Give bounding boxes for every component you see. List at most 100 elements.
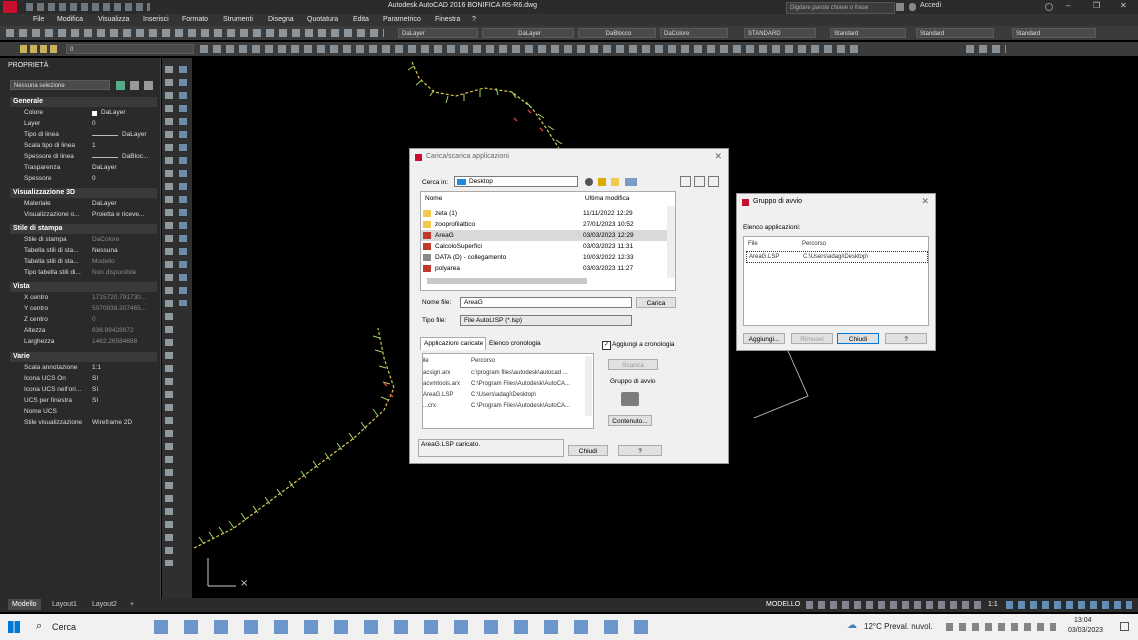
sign-in-button[interactable]: Accedi — [920, 2, 974, 12]
file-row[interactable]: CalcoloSuperfici 03/03/2023 11:31 — [421, 241, 669, 252]
pickadd-icon[interactable] — [144, 81, 153, 90]
menu-parametrico[interactable]: Parametrico — [383, 16, 421, 23]
add-history-checkbox[interactable]: ✓ — [602, 341, 611, 350]
prop-row[interactable]: Materiale DaLayer — [10, 199, 158, 210]
close-icon[interactable]: ✕ — [714, 151, 722, 162]
find-icon[interactable] — [680, 176, 691, 187]
autocad-logo-icon[interactable] — [3, 1, 17, 13]
prop-row[interactable]: Tipo tabella stili di... Non disponibile — [10, 268, 158, 279]
unload-button[interactable]: Scarica — [608, 359, 658, 370]
prop-row[interactable]: X centro 1715720.791730... — [10, 293, 158, 304]
notification-icon[interactable] — [1120, 622, 1129, 631]
selection-combo[interactable]: Nessuna selezione — [10, 80, 110, 90]
prop-row[interactable]: Stile visualizzazione Wireframe 2D — [10, 418, 158, 429]
modify-tool-icons[interactable] — [200, 45, 860, 53]
weather-icon[interactable]: ☁ — [847, 620, 857, 631]
file-row[interactable]: zeta (1) 11/11/2022 12:29 — [421, 208, 669, 219]
clock-date[interactable]: 03/03/2023 — [1068, 627, 1103, 634]
prop-row[interactable]: UCS per finestra Sì — [10, 396, 158, 407]
views-icon[interactable] — [625, 178, 637, 186]
startup-row[interactable]: AreaG.LSP C:\Users\adagi\Desktop\ — [746, 251, 928, 263]
maximize-icon[interactable]: ❐ — [1093, 1, 1100, 10]
up-folder-icon[interactable] — [598, 178, 606, 186]
menu-disegna[interactable]: Disegna — [268, 16, 294, 23]
menu-finestra[interactable]: Finestra — [435, 16, 460, 23]
prop-row[interactable]: Layer 0 — [10, 119, 158, 130]
filename-input[interactable]: AreaG — [460, 297, 632, 308]
clock-time[interactable]: 13:04 — [1074, 617, 1092, 624]
prop-row[interactable]: Z centro 0 — [10, 315, 158, 326]
prop-row[interactable]: Scala annotazione 1:1 — [10, 363, 158, 374]
horizontal-scrollbar[interactable] — [427, 278, 587, 284]
close-icon[interactable]: ✕ — [921, 196, 929, 207]
vertical-scrollbar[interactable] — [667, 206, 675, 278]
minimize-icon[interactable]: – — [1066, 1, 1070, 10]
prop-row[interactable]: Tabella stili di sta... Nessuna — [10, 246, 158, 257]
loaded-scrollbar[interactable] — [585, 356, 592, 416]
layer-value-combo[interactable]: 0 — [66, 44, 194, 54]
prop-row[interactable]: Nome UCS — [10, 407, 158, 418]
tab-loaded-apps[interactable]: Applicazioni caricate — [420, 337, 486, 350]
standard-tool-icons[interactable] — [6, 29, 384, 37]
close-button[interactable]: Chiudi — [837, 333, 879, 344]
quick-select-icon[interactable] — [116, 81, 125, 90]
prop-row[interactable]: Icona UCS On Sì — [10, 374, 158, 385]
close-button[interactable]: Chiudi — [568, 445, 608, 456]
tab-layout2[interactable]: Layout2 — [88, 599, 121, 610]
add-layout-icon[interactable]: + — [126, 599, 138, 610]
taskbar-app-icons[interactable] — [154, 620, 660, 634]
tab-layout1[interactable]: Layout1 — [48, 599, 81, 610]
section-generale[interactable]: Generale — [10, 97, 157, 107]
search-icon[interactable]: ⌕ — [36, 620, 42, 633]
tab-history[interactable]: Elenco cronologia — [489, 340, 541, 347]
status-tool-icons-right[interactable] — [1006, 601, 1132, 609]
prop-row[interactable]: Trasparenza DaLayer — [10, 163, 158, 174]
prop-row[interactable]: Y centro 5070938.307465... — [10, 304, 158, 315]
menu-quotatura[interactable]: Quotatura — [307, 16, 338, 23]
binoculars-icon[interactable] — [896, 3, 904, 11]
menu-inserisci[interactable]: Inserisci — [143, 16, 169, 23]
section-vis3d[interactable]: Visualizzazione 3D — [10, 188, 157, 198]
user-icon[interactable] — [909, 3, 916, 11]
table-style-combo[interactable]: Standard — [916, 28, 994, 38]
preview-icon[interactable] — [708, 176, 719, 187]
file-row-selected[interactable]: AreaG 03/03/2023 12:29 — [421, 230, 669, 241]
menu-modifica[interactable]: Modifica — [57, 16, 83, 23]
file-row[interactable]: polyarea 03/03/2023 11:27 — [421, 263, 669, 274]
select-objects-icon[interactable] — [130, 81, 139, 90]
menu-formato[interactable]: Formato — [182, 16, 208, 23]
draw-tool-icons[interactable] — [165, 66, 173, 566]
close-icon[interactable]: ✕ — [1120, 1, 1127, 10]
status-tool-icons[interactable] — [806, 601, 986, 609]
prop-row[interactable]: Altezza 836.89428972 — [10, 326, 158, 337]
layer-state-icons[interactable] — [20, 45, 60, 53]
prop-row[interactable]: Larghezza 1462.26584688 — [10, 337, 158, 348]
annotation-scale[interactable]: 1:1 — [984, 599, 1002, 610]
section-vista[interactable]: Vista — [10, 282, 157, 292]
search-in-combo[interactable]: Desktop — [454, 176, 578, 187]
ucs-tool-icons[interactable] — [966, 45, 1006, 53]
help-icon[interactable] — [1045, 3, 1053, 11]
add-button[interactable]: Aggiungi... — [743, 333, 785, 344]
filetype-combo[interactable]: File AutoLISP (*.lsp) — [460, 315, 632, 326]
linetype-combo[interactable]: DaLayer — [482, 28, 574, 38]
menu-edita[interactable]: Edita — [353, 16, 369, 23]
prop-row[interactable]: Spessore 0 — [10, 174, 158, 185]
back-icon[interactable] — [585, 178, 593, 186]
taskbar-search[interactable]: Cerca — [52, 622, 76, 632]
prop-row[interactable]: Colore DaLayer — [10, 108, 158, 119]
color-combo[interactable]: DaColore — [660, 28, 728, 38]
col-date[interactable]: Ultima modifica — [585, 195, 629, 202]
prop-row[interactable]: Scala tipo di linea 1 — [10, 141, 158, 152]
tray-icons[interactable] — [946, 623, 1056, 631]
remove-button[interactable]: Rimuovi — [791, 333, 833, 344]
prop-row[interactable]: Spessore di linea DaBloc... — [10, 152, 158, 163]
help-button[interactable]: ? — [618, 445, 662, 456]
dim-style-combo[interactable]: Standard — [830, 28, 906, 38]
col-name[interactable]: Nome — [425, 195, 442, 202]
search-input[interactable]: Digitare parola chiave o frase — [786, 2, 895, 14]
mleader-style-combo[interactable]: Standard — [1012, 28, 1096, 38]
file-row[interactable]: DATA (D) - collegamento 10/03/2022 12:33 — [421, 252, 669, 263]
prop-row[interactable]: Stile di stampa DaColore — [10, 235, 158, 246]
tools-icon[interactable] — [694, 176, 705, 187]
